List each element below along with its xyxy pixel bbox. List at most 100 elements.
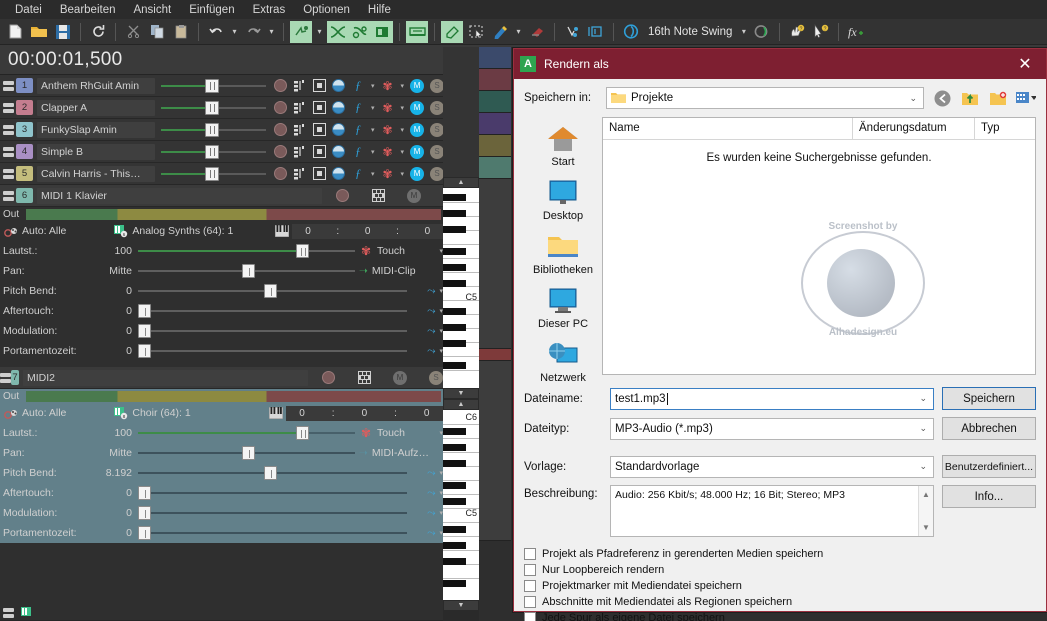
param-trail[interactable]: ➝ MIDI-Clip <box>359 265 443 277</box>
param-trail[interactable]: ⤳ ▾ <box>411 325 443 338</box>
record-arm-icon[interactable] <box>322 371 335 384</box>
track-name[interactable]: FunkySlap Amin <box>37 121 155 138</box>
eraser-icon[interactable] <box>526 21 548 43</box>
checkbox-row-loopbereich[interactable]: Nur Loopbereich rendern <box>524 564 1036 576</box>
clip-strip[interactable] <box>479 47 511 541</box>
solo-icon[interactable]: S <box>430 166 445 181</box>
clip-item[interactable] <box>479 91 511 113</box>
redo-icon[interactable] <box>242 21 264 43</box>
clip-item[interactable] <box>479 135 511 157</box>
record-arm-icon[interactable] <box>274 167 287 180</box>
fx-icon[interactable]: ƒ <box>351 166 365 181</box>
checkbox-row-pfadreferenz[interactable]: Projekt als Pfadreferenz in gerenderten … <box>524 548 1036 560</box>
clip-item[interactable] <box>479 47 511 69</box>
aftertouch-slider[interactable] <box>138 484 407 502</box>
checkbox-row-jede-spur[interactable]: Jede Spur als eigene Datei speichern <box>524 612 1036 621</box>
mute-icon[interactable]: M <box>410 166 425 181</box>
track-volume-slider[interactable] <box>161 100 266 116</box>
piano-keys-lower[interactable]: C6 C5 <box>443 410 479 600</box>
save-icon[interactable] <box>52 21 74 43</box>
marker-tool-icon[interactable] <box>585 21 607 43</box>
instrument-icon[interactable]: 8 <box>114 406 128 420</box>
column-type[interactable]: Typ <box>975 118 1035 139</box>
paint-tool-icon[interactable] <box>441 20 463 43</box>
pitchbend-slider[interactable] <box>138 464 407 482</box>
open-folder-icon[interactable] <box>28 21 50 43</box>
solo-icon[interactable]: S <box>430 122 445 137</box>
track-grip-icon[interactable] <box>0 80 16 91</box>
auto-label[interactable]: Auto: Alle <box>22 407 66 419</box>
chevron-down-icon[interactable]: ▾ <box>371 82 375 90</box>
fx-icon[interactable]: ƒ <box>351 122 365 137</box>
refresh-icon[interactable] <box>87 21 109 43</box>
track-grip-icon[interactable] <box>0 607 16 618</box>
checkbox[interactable] <box>524 580 536 592</box>
column-modified[interactable]: Änderungsdatum <box>853 118 975 139</box>
render-as-dialog[interactable]: A Rendern als ✕ Speichern in: Projekte ⌄ <box>513 48 1047 621</box>
track-name[interactable]: MIDI 1 Klavier <box>37 187 322 204</box>
quantize-apply-icon[interactable] <box>751 21 773 43</box>
help-hand-icon[interactable]: ? <box>786 21 808 43</box>
gear-icon[interactable]: ✾ <box>381 145 395 159</box>
sidebar-item-desktop[interactable]: Desktop <box>524 177 602 222</box>
menu-item-extras[interactable]: Extras <box>244 2 295 18</box>
midi-counter[interactable]: 0 : 0 : 0 <box>285 405 443 421</box>
checkbox[interactable] <box>524 564 536 576</box>
track-pan-icon[interactable] <box>332 79 345 92</box>
track-mute-icon[interactable] <box>313 79 326 92</box>
column-name[interactable]: Name <box>603 118 853 139</box>
template-select[interactable]: Standardvorlage ⌄ <box>610 455 934 478</box>
midi-grid-icon[interactable] <box>357 371 371 385</box>
scroll-down-button-2[interactable]: ▼ <box>443 600 479 611</box>
pitchbend-slider[interactable] <box>138 282 407 300</box>
chevron-down-icon[interactable]: ▾ <box>401 148 405 156</box>
chevron-down-icon[interactable]: ▾ <box>371 170 375 178</box>
track-mute-icon[interactable] <box>313 145 326 158</box>
sidebar-item-netzwerk[interactable]: Netzwerk <box>524 339 602 384</box>
scroll-up-icon[interactable]: ▲ <box>922 488 930 501</box>
track-grip-icon[interactable] <box>0 190 16 201</box>
gear-icon[interactable]: ✾ <box>381 167 395 181</box>
custom-button[interactable]: Benutzerdefiniert... <box>942 455 1036 478</box>
track-grip-icon[interactable] <box>0 146 16 157</box>
gear-red-icon[interactable]: ✾ <box>359 426 373 440</box>
track-volume-slider[interactable] <box>161 78 266 94</box>
auto-label[interactable]: Auto: Alle <box>22 225 66 237</box>
menu-item-ansicht[interactable]: Ansicht <box>124 2 180 18</box>
portamento-slider[interactable] <box>138 342 407 360</box>
dialog-titlebar[interactable]: A Rendern als ✕ <box>514 49 1046 79</box>
track-name[interactable]: Simple B <box>37 143 155 160</box>
chevron-down-icon[interactable]: ▾ <box>401 126 405 134</box>
solo-icon[interactable]: S <box>429 370 443 385</box>
keyboard-icon[interactable] <box>275 224 290 238</box>
automation-node-icon[interactable]: ⤳ <box>427 487 435 500</box>
record-arm-icon[interactable] <box>274 79 287 92</box>
record-arm-icon[interactable] <box>274 101 287 114</box>
filename-input[interactable]: test1.mp3 ⌄ <box>610 387 934 410</box>
node-tool-icon[interactable] <box>561 21 583 43</box>
param-trail[interactable]: ⤳ ▾ <box>411 345 443 358</box>
track-grip-icon[interactable] <box>0 168 16 179</box>
swing-dropdown-icon[interactable]: ▾ <box>738 21 749 43</box>
gear-icon[interactable]: ✾ <box>381 79 395 93</box>
track-volume-slider[interactable] <box>161 122 266 138</box>
clip-item[interactable] <box>479 361 511 541</box>
automation-node-icon[interactable]: ⤳ <box>427 507 435 520</box>
modulation-slider[interactable] <box>138 504 407 522</box>
chevron-down-icon[interactable]: ▾ <box>371 126 375 134</box>
scroll-down-icon[interactable]: ▼ <box>922 521 930 534</box>
volume-slider[interactable] <box>138 424 355 442</box>
paste-icon[interactable] <box>170 21 192 43</box>
swing-quantize-icon[interactable] <box>620 21 642 43</box>
loop-icon[interactable] <box>349 20 371 43</box>
track-name[interactable]: Anthem RhGuit Amin <box>37 77 155 94</box>
automation-node-icon[interactable]: ⤳ <box>427 527 435 540</box>
chevron-down-icon[interactable]: ▾ <box>371 104 375 112</box>
checkbox[interactable] <box>524 612 536 621</box>
keyboard-icon[interactable] <box>268 406 283 420</box>
solo-icon[interactable]: S <box>430 78 445 93</box>
automation-icon[interactable] <box>406 20 428 43</box>
gear-icon[interactable]: ✾ <box>381 101 395 115</box>
table-row[interactable]: 7 MIDI2 M S <box>0 367 443 389</box>
instrument-icon[interactable]: 6 <box>114 224 128 238</box>
